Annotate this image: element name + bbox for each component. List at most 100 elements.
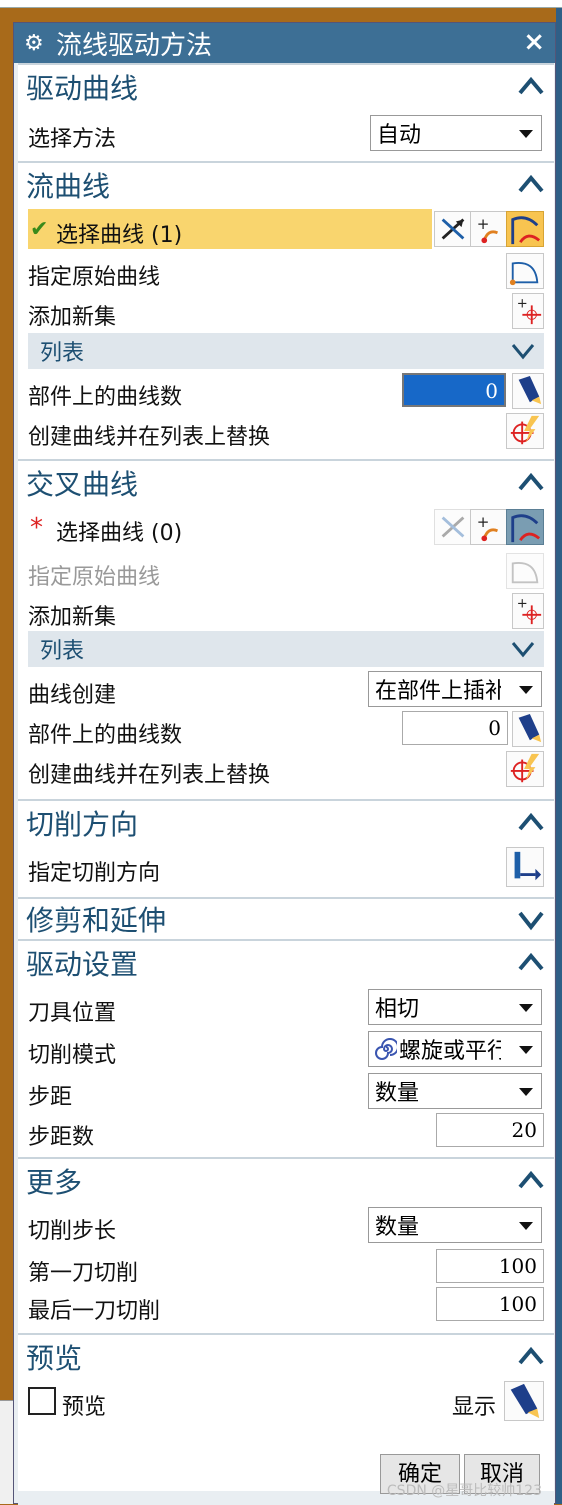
section-header[interactable]: 驱动曲线	[18, 65, 554, 109]
dropdown-arrow-icon	[519, 130, 533, 138]
last-cut-input[interactable]: 100	[436, 1287, 544, 1321]
curve-create-dropdown[interactable]: 在部件上插补	[368, 671, 542, 707]
required-marker: *	[30, 513, 43, 543]
section-header[interactable]: 修剪和延伸	[18, 899, 554, 939]
row-select-method: 选择方法 自动	[18, 113, 554, 153]
dropdown-arrow-icon	[519, 686, 533, 694]
cut-direction-icon[interactable]	[506, 847, 544, 887]
cross-curves-on-part-input[interactable]: 0	[402, 711, 508, 745]
specify-cut-direction-label: 指定切削方向	[28, 861, 161, 886]
background-window-strip	[0, 0, 562, 8]
tool-position-dropdown[interactable]: 相切	[368, 989, 542, 1025]
section-title: 预览	[26, 1342, 83, 1375]
row-cut-step: 切削步长 数量	[18, 1205, 554, 1245]
curve-select-icon[interactable]	[506, 211, 544, 247]
add-set-icon[interactable]: +	[512, 593, 544, 629]
chevron-down-icon[interactable]	[516, 905, 546, 935]
row-cross-select-curve[interactable]: * 选择曲线 (0) +	[18, 507, 554, 547]
section-header[interactable]: 流曲线	[18, 163, 554, 207]
preview-checkbox[interactable]	[28, 1387, 56, 1415]
row-tool-position: 刀具位置 相切	[18, 987, 554, 1027]
spiral-icon	[375, 1038, 397, 1060]
row-cross-create-replace: 创建曲线并在列表上替换	[18, 749, 554, 789]
show-label: 显示	[452, 1395, 497, 1420]
chevron-up-icon[interactable]	[516, 947, 546, 977]
chevron-up-icon[interactable]	[516, 71, 546, 101]
svg-text:+: +	[517, 296, 528, 311]
section-title: 交叉曲线	[26, 468, 139, 501]
flashlight-icon[interactable]	[512, 711, 544, 747]
section-title: 修剪和延伸	[26, 904, 167, 937]
section-trim-extend: 修剪和延伸	[18, 897, 554, 939]
stepover-label: 步距	[28, 1085, 73, 1110]
section-title: 切削方向	[26, 808, 139, 841]
row-cross-specify-origin: 指定原始曲线	[18, 551, 554, 591]
specify-origin-icon[interactable]: +	[470, 509, 508, 545]
chevron-down-icon[interactable]	[510, 339, 536, 363]
chevron-up-icon[interactable]	[516, 807, 546, 837]
specify-origin-icon[interactable]: +	[470, 211, 508, 247]
cut-step-value: 数量	[375, 1215, 420, 1240]
tool-position-label: 刀具位置	[28, 1001, 117, 1026]
stepover-dropdown[interactable]: 数量	[368, 1073, 542, 1109]
flow-select-curve-label: 选择曲线 (1)	[56, 223, 183, 248]
cut-mode-dropdown[interactable]: 螺旋或平行	[368, 1031, 542, 1067]
cross-list-header[interactable]: 列表	[28, 631, 544, 667]
row-specify-cut-direction: 指定切削方向	[18, 847, 554, 887]
flashlight-icon[interactable]	[512, 373, 544, 409]
section-cross-curve: 交叉曲线	[18, 459, 554, 505]
tool-position-value: 相切	[375, 997, 420, 1022]
section-header[interactable]: 切削方向	[18, 801, 554, 845]
row-first-cut: 第一刀切削 100	[18, 1247, 554, 1287]
svg-text:+: +	[517, 596, 528, 611]
chevron-up-icon[interactable]	[516, 169, 546, 199]
watermark: CSDN @星哥比较帅123	[386, 1483, 542, 1499]
reverse-direction-icon[interactable]	[434, 509, 472, 545]
curve-select-icon[interactable]	[506, 509, 544, 545]
section-title: 流曲线	[26, 170, 111, 203]
section-drive-curve: 驱动曲线	[18, 63, 554, 109]
flow-curves-on-part-input[interactable]: 0	[402, 373, 506, 407]
svg-text:+: +	[477, 513, 490, 531]
row-flow-curves-on-part: 部件上的曲线数 0	[18, 371, 554, 411]
close-button[interactable]: ×	[523, 27, 545, 57]
chevron-down-icon[interactable]	[510, 637, 536, 661]
cut-step-dropdown[interactable]: 数量	[368, 1207, 542, 1243]
section-more: 更多	[18, 1157, 554, 1203]
flow-list-label: 列表	[40, 341, 85, 366]
section-cut-direction: 切削方向	[18, 799, 554, 845]
section-header[interactable]: 驱动设置	[18, 941, 554, 985]
row-cross-add-set: 添加新集 +	[18, 591, 554, 631]
select-method-value: 自动	[377, 123, 422, 148]
create-replace-icon[interactable]	[506, 751, 544, 787]
flow-list-header[interactable]: 列表	[28, 333, 544, 369]
origin-curve-icon[interactable]	[506, 553, 544, 589]
row-flow-specify-origin: 指定原始曲线	[18, 251, 554, 291]
first-cut-input[interactable]: 100	[436, 1249, 544, 1283]
origin-curve-icon[interactable]	[506, 253, 544, 289]
step-count-input[interactable]: 20	[436, 1113, 544, 1147]
select-method-dropdown[interactable]: 自动	[370, 115, 542, 151]
reverse-direction-icon[interactable]	[434, 211, 472, 247]
svg-text:+: +	[477, 215, 490, 233]
stepover-value: 数量	[375, 1081, 420, 1106]
background-left-panel	[0, 1400, 14, 1504]
chevron-up-icon[interactable]	[516, 1341, 546, 1371]
chevron-up-icon[interactable]	[516, 1165, 546, 1195]
flow-create-replace-label: 创建曲线并在列表上替换	[28, 425, 271, 450]
section-preview: 预览	[18, 1333, 554, 1379]
row-last-cut: 最后一刀切削 100	[18, 1285, 554, 1325]
chevron-up-icon[interactable]	[516, 467, 546, 497]
check-icon: ✔	[30, 217, 49, 242]
dialog-title: 流线驱动方法	[56, 30, 213, 61]
dialog-titlebar: ⚙ 流线驱动方法 ×	[14, 23, 555, 63]
create-replace-icon[interactable]	[506, 413, 544, 449]
cut-mode-label: 切削模式	[28, 1043, 117, 1068]
show-flashlight-icon[interactable]	[504, 1381, 544, 1421]
section-header[interactable]: 更多	[18, 1159, 554, 1203]
section-header[interactable]: 交叉曲线	[18, 461, 554, 505]
section-header[interactable]: 预览	[18, 1335, 554, 1379]
add-set-icon[interactable]: +	[512, 293, 544, 329]
row-stepover: 步距 数量	[18, 1071, 554, 1111]
row-flow-select-curve[interactable]: ✔ 选择曲线 (1) +	[18, 209, 554, 249]
